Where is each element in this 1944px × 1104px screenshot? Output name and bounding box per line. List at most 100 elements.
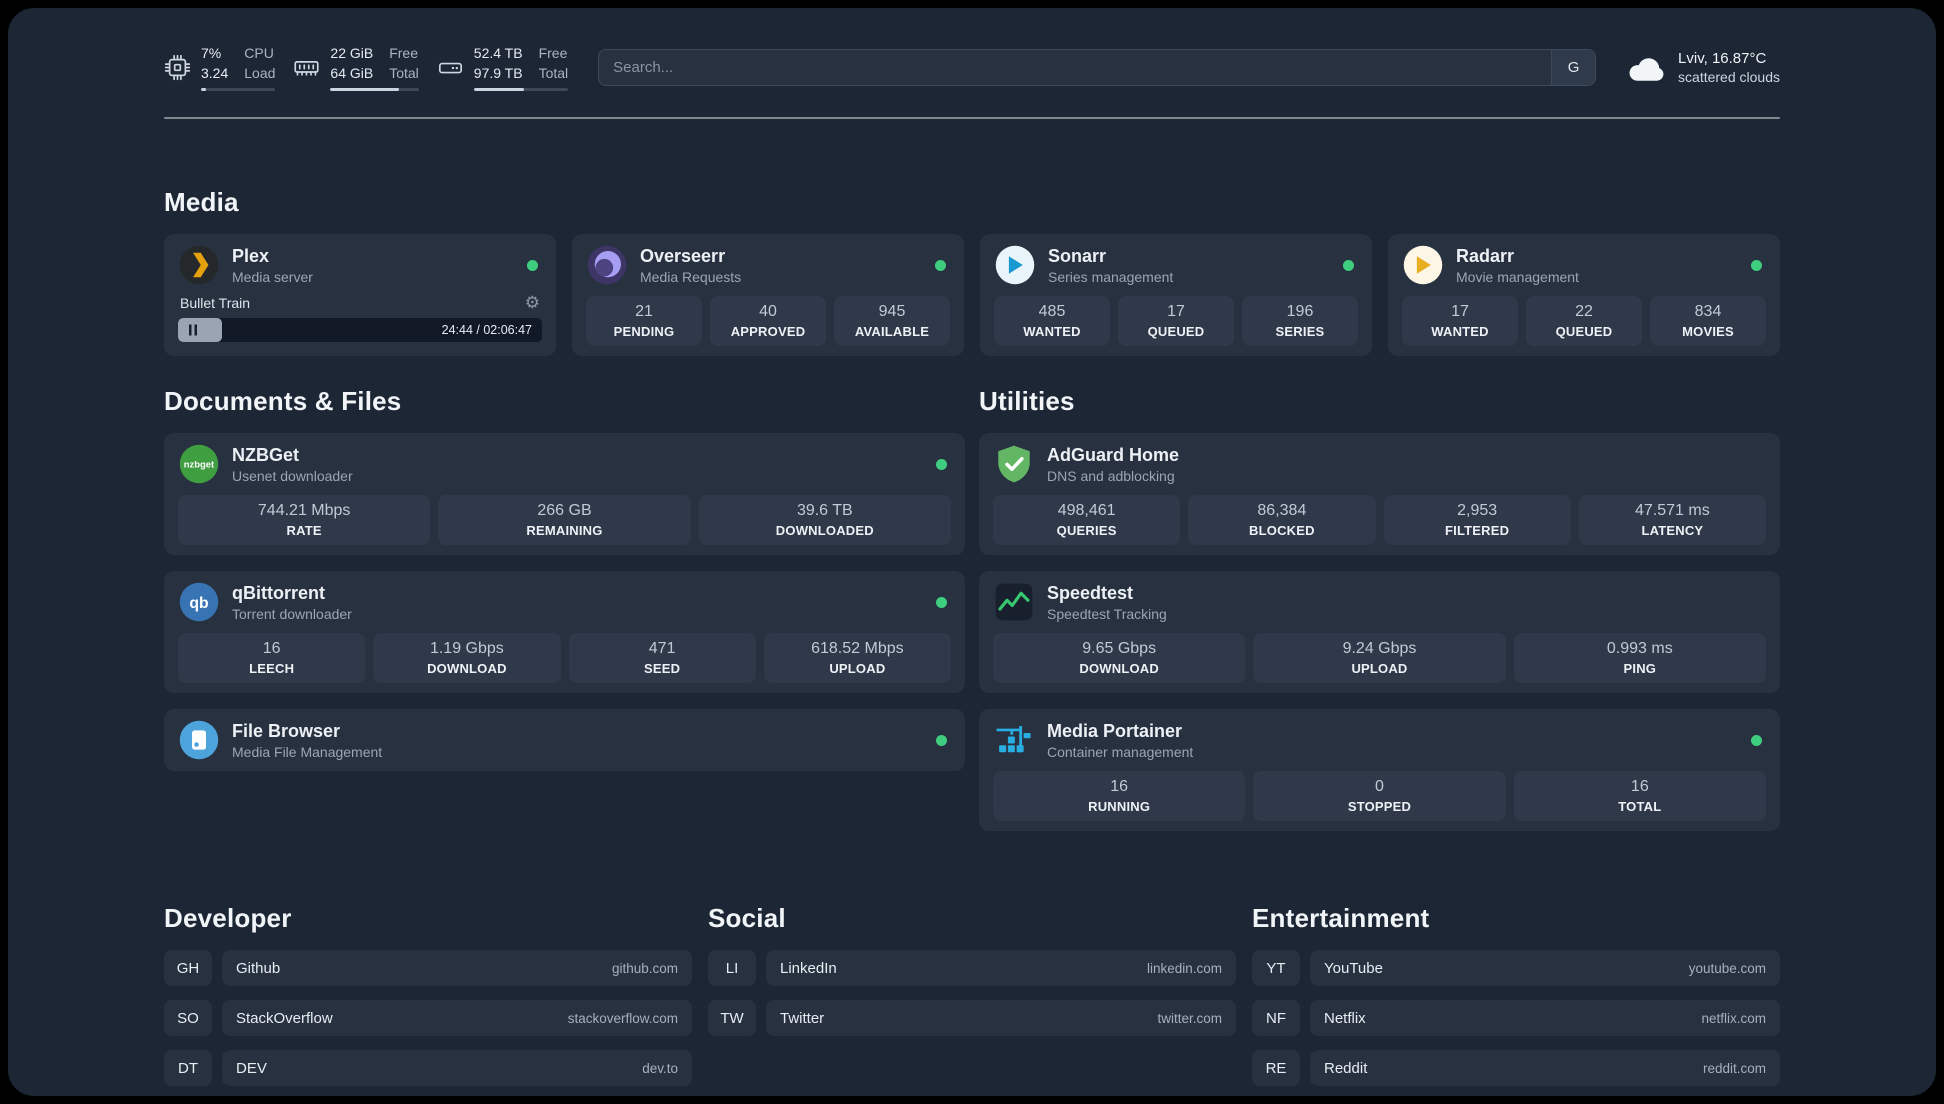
bookmark-link[interactable]: LinkedIn linkedin.com [766,950,1236,987]
app-card-overseerr[interactable]: Overseerr Media Requests 21 PENDING 40 A… [572,234,964,357]
svg-text:nzbget: nzbget [184,460,215,471]
bookmark-link[interactable]: StackOverflow stackoverflow.com [222,1000,692,1037]
app-card-nzbget[interactable]: nzbget NZBGet Usenet downloader 744.21 M… [164,433,965,556]
section-title-developer: Developer [164,903,292,934]
bookmark-abbr[interactable]: SO [164,1000,212,1037]
app-card-adguard[interactable]: AdGuard Home DNS and adblocking 498,461 … [979,433,1780,556]
app-name: File Browser [232,720,341,741]
bookmark-url: youtube.com [1688,960,1766,976]
app-card-portainer[interactable]: Media Portainer Container management 16 … [979,709,1780,832]
bookmark-url: dev.to [642,1060,678,1076]
app-card-qbittorrent[interactable]: qb qBittorrent Torrent downloader 16 LEE… [164,571,965,694]
stat-value: 17 [1451,303,1469,321]
stat-value: 86,384 [1257,502,1307,520]
status-indicator [1343,259,1354,271]
qbittorrent-icon: qb [178,581,220,623]
bookmark-abbr[interactable]: RE [1252,1050,1300,1087]
bookmark-name: YouTube [1324,959,1383,977]
stat-value: 0 [1375,778,1384,796]
memory-widget[interactable]: 22 GiB 64 GiB Free Total [293,44,419,92]
disk-free-label: Free [538,45,568,61]
memory-total-label: Total [389,64,419,81]
system-resources: 7% 3.24 CPU Load 22 GiB 64 GiB Free Tota… [164,44,569,92]
section-utilities: Utilities AdGuard Home DNS and adblockin… [979,386,1780,832]
bookmark-group-entertainment: Entertainment YT YouTube youtube.com NF … [1252,903,1780,1087]
stat-tile: 40 APPROVED [710,296,826,347]
memory-progress-track [330,88,419,92]
stat-tile: 9.24 Gbps UPLOAD [1253,633,1506,684]
stat-tile: 618.52 Mbps UPLOAD [763,633,951,684]
stat-value: 498,461 [1057,502,1116,520]
disk-progress-track [473,88,569,92]
bookmark-abbr[interactable]: NF [1252,1000,1300,1037]
stat-tile: 16 TOTAL [1513,771,1766,822]
stat-value: 471 [648,640,676,658]
stat-label: DOWNLOAD [1079,661,1159,677]
bookmark-row-linkedin: LI LinkedIn linkedin.com [708,950,1236,987]
bookmark-name: Reddit [1324,1059,1368,1077]
bookmark-link[interactable]: Reddit reddit.com [1310,1050,1780,1087]
bookmark-abbr[interactable]: TW [708,1000,756,1037]
bookmark-link[interactable]: Twitter twitter.com [766,1000,1236,1037]
bookmark-name: Twitter [780,1009,825,1027]
app-card-plex[interactable]: Plex Media server Bullet Train ⚙ 24:44 /… [164,234,556,357]
stat-tile: 834 MOVIES [1650,296,1766,347]
stat-label: FILTERED [1445,523,1510,539]
search-engine-button[interactable]: G [1551,50,1596,86]
bookmark-row-twitter: TW Twitter twitter.com [708,1000,1236,1037]
speedtest-icon [993,581,1035,623]
app-description: Speedtest Tracking [1047,605,1167,622]
stat-label: REMAINING [526,523,603,539]
app-description: Movie management [1456,268,1579,285]
stat-tile: 21 PENDING [586,296,702,347]
bookmark-url: stackoverflow.com [567,1010,678,1026]
bookmark-row-reddit: RE Reddit reddit.com [1252,1050,1780,1087]
playback-progress-bar[interactable]: 24:44 / 02:06:47 [178,318,542,343]
stat-value: 0.993 ms [1606,640,1673,658]
stat-tile: 1.19 Gbps DOWNLOAD [373,633,561,684]
stat-label: WANTED [1431,324,1489,340]
app-card-filebrowser[interactable]: File Browser Media File Management [164,709,965,772]
bookmark-link[interactable]: YouTube youtube.com [1310,950,1780,987]
cpu-icon [164,54,191,81]
weather-widget[interactable]: Lviv, 16.87°C scattered clouds [1626,50,1780,85]
bookmark-abbr[interactable]: DT [164,1050,212,1087]
search-bar: G [598,49,1597,87]
bookmark-link[interactable]: Github github.com [222,950,692,987]
app-card-sonarr[interactable]: Sonarr Series management 485 WANTED 17 Q… [980,234,1372,357]
bookmark-link[interactable]: Netflix netflix.com [1310,1000,1780,1037]
bookmark-abbr[interactable]: LI [708,950,756,987]
memory-total-value: 64 GiB [330,64,374,81]
search-input[interactable] [599,59,1552,77]
stat-label: BLOCKED [1249,523,1315,539]
app-card-speedtest[interactable]: Speedtest Speedtest Tracking 9.65 Gbps D… [979,571,1780,694]
stat-label: WANTED [1023,324,1081,340]
stat-value: 40 [759,303,777,321]
stat-value: 16 [1630,778,1649,796]
bookmark-url: github.com [611,960,678,976]
now-playing-title: Bullet Train [180,294,251,311]
app-name: AdGuard Home [1047,444,1180,465]
stat-value: 17 [1167,303,1185,321]
bookmark-abbr[interactable]: YT [1252,950,1300,987]
stat-value: 945 [878,303,906,321]
app-name: Overseerr [640,245,726,266]
bookmark-group-developer: Developer GH Github github.com SO StackO… [164,903,692,1087]
stat-value: 196 [1286,303,1314,321]
app-description: Media File Management [232,743,383,760]
stat-tile: 9.65 Gbps DOWNLOAD [993,633,1246,684]
stat-label: RATE [286,523,322,539]
cpu-widget[interactable]: 7% 3.24 CPU Load [164,44,276,92]
weather-location: Lviv, 16.87°C [1678,50,1767,68]
app-card-radarr[interactable]: Radarr Movie management 17 WANTED 22 QUE… [1388,234,1780,357]
section-title-utilities: Utilities [979,386,1075,417]
app-description: Series management [1048,268,1174,285]
bookmark-link[interactable]: DEV dev.to [222,1050,692,1087]
disk-widget[interactable]: 52.4 TB 97.9 TB Free Total [437,44,569,92]
stat-value: 618.52 Mbps [811,640,904,658]
settings-gear-icon[interactable]: ⚙ [525,294,540,311]
pause-icon[interactable] [189,324,197,336]
app-name: NZBGet [232,444,299,465]
stat-label: QUEUED [1555,324,1613,340]
bookmark-abbr[interactable]: GH [164,950,212,987]
